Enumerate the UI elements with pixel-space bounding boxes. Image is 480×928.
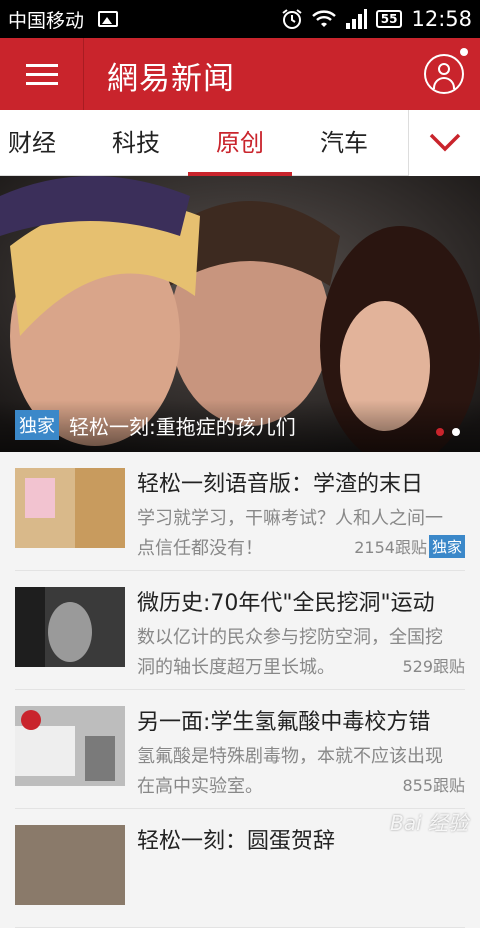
more-channels-button[interactable]: [408, 110, 480, 176]
news-title: 轻松一刻：圆蛋贺辞: [137, 823, 335, 855]
carrier-name: 中国移动: [8, 6, 84, 33]
hamburger-icon: [26, 64, 58, 67]
exclusive-badge: 独家: [429, 535, 465, 558]
news-thumbnail: [15, 825, 125, 905]
user-profile-button[interactable]: [424, 54, 464, 94]
signal-icon: [345, 9, 367, 29]
notification-dot: [460, 48, 468, 56]
status-icons: 55 12:58: [281, 6, 472, 32]
news-list: 轻松一刻语音版：学渣的末日 学习就学习，干嘛考试？人和人之间一点信任都没有！ 2…: [0, 452, 480, 928]
carousel-indicator: [436, 428, 460, 436]
app-logo: 網易新闻: [107, 53, 235, 98]
exclusive-badge: 独家: [15, 410, 59, 440]
status-bar: 中国移动 55 12:58: [0, 0, 480, 38]
comment-count: 2154跟贴: [354, 534, 427, 558]
wifi-icon: [312, 9, 336, 29]
headline-carousel[interactable]: 独家 轻松一刻:重拖症的孩儿们: [0, 176, 480, 452]
news-thumbnail: [15, 706, 125, 786]
news-title: 轻松一刻语音版：学渣的末日: [137, 466, 423, 498]
tab-auto[interactable]: 汽车: [292, 110, 396, 176]
clock: 12:58: [411, 7, 472, 31]
comment-count: 529跟贴: [402, 653, 465, 677]
alarm-icon: [281, 8, 303, 30]
news-thumbnail: [15, 468, 125, 548]
chevron-down-icon: [429, 132, 461, 152]
headline-title: 轻松一刻:重拖症的孩儿们: [69, 411, 296, 440]
list-item[interactable]: 微历史:70年代"全民挖洞"运动 数以亿计的民众参与挖防空洞，全国挖洞的轴长度超…: [15, 571, 465, 690]
battery-icon: 55: [376, 10, 403, 28]
comment-count: 855跟贴: [402, 772, 465, 796]
channel-tabs: 财经 科技 原创 汽车: [0, 110, 480, 176]
image-notification-icon: [98, 11, 118, 27]
tab-tech[interactable]: 科技: [84, 110, 188, 176]
news-title: 微历史:70年代"全民挖洞"运动: [137, 585, 435, 617]
news-title: 另一面:学生氢氟酸中毒校方错: [137, 704, 430, 736]
app-header: 網易新闻: [0, 38, 480, 110]
list-item[interactable]: 另一面:学生氢氟酸中毒校方错 氢氟酸是特殊剧毒物，本就不应该出现在高中实验室。 …: [15, 690, 465, 809]
list-item[interactable]: 轻松一刻语音版：学渣的末日 学习就学习，干嘛考试？人和人之间一点信任都没有！ 2…: [15, 452, 465, 571]
user-icon: [438, 63, 450, 75]
watermark: Bai 经验: [390, 807, 468, 836]
menu-button[interactable]: [0, 38, 84, 110]
tab-original[interactable]: 原创: [188, 110, 292, 176]
tab-finance[interactable]: 财经: [0, 110, 84, 176]
news-thumbnail: [15, 587, 125, 667]
